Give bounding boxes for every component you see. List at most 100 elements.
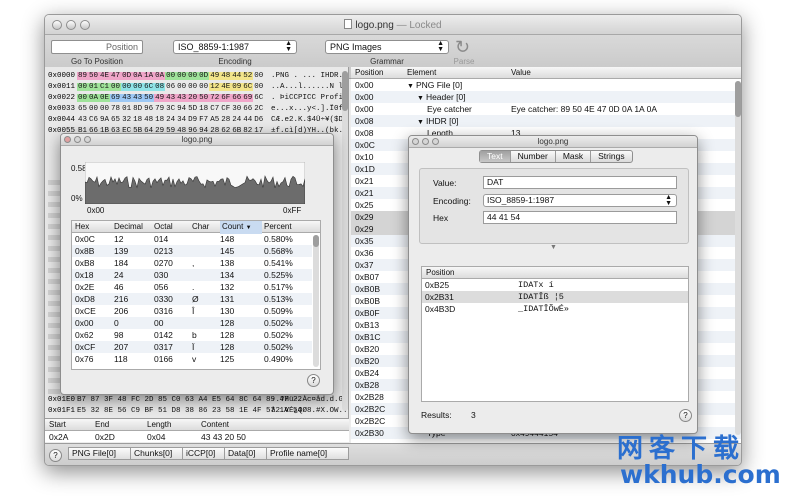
hex-byte[interactable]: 69: [110, 94, 122, 102]
stats-row[interactable]: 0x18 24 030 134 0.525%: [72, 269, 312, 281]
breadcrumb-item[interactable]: iCCP[0]: [182, 447, 225, 460]
hex-byte[interactable]: 09: [231, 83, 243, 91]
stats-row[interactable]: 0x62 98 0142 b 128 0.502%: [72, 329, 312, 341]
hex-byte[interactable]: 6C: [143, 83, 155, 91]
breadcrumb-item[interactable]: Chunks[0]: [130, 447, 183, 460]
hex-scrollbar[interactable]: [342, 71, 348, 411]
hex-byte[interactable]: 00: [99, 105, 110, 113]
hex-input[interactable]: 44 41 54: [483, 211, 677, 224]
value-input[interactable]: DAT: [483, 176, 677, 189]
hex-byte[interactable]: 49: [154, 94, 166, 102]
stats-row[interactable]: 0x76 118 0166 v 125 0.490%: [72, 353, 312, 365]
hex-byte[interactable]: 00: [176, 83, 187, 91]
hex-row[interactable]: 0x0033 65 00 00 78 01 8D 96 79 3C 94 5D 18 C7 CF 30 66 2C…: [45, 104, 348, 115]
hex-byte[interactable]: 20: [187, 94, 199, 102]
hex-byte[interactable]: 66: [231, 94, 243, 102]
hex-byte[interactable]: 00: [176, 72, 188, 80]
stats-row[interactable]: 0x8B 139 0213 145 0.568%: [72, 245, 312, 257]
hex-byte[interactable]: C7: [209, 105, 220, 113]
hex-byte[interactable]: 00: [165, 72, 177, 80]
panel-zoom-button[interactable]: [84, 136, 91, 143]
panel-close-button[interactable]: [64, 136, 71, 143]
breadcrumb-item[interactable]: Data[0]: [224, 447, 267, 460]
stats-row[interactable]: 0x00 0 00 128 0.502%: [72, 317, 312, 329]
hex-bytes[interactable]: 43 C6 9A 65 32 18 48 18 24 34 D9 F7 A5 28 24 44 D6: [77, 115, 289, 126]
hex-byte[interactable]: 8D: [132, 105, 143, 113]
structure-row[interactable]: 0x08 ▼ IHDR [0]: [351, 115, 741, 127]
hex-byte[interactable]: 01: [121, 105, 132, 113]
hex-byte[interactable]: 65: [77, 105, 88, 113]
hex-byte[interactable]: 6C: [242, 83, 254, 91]
find-help-button[interactable]: ?: [679, 409, 692, 422]
hex-byte[interactable]: 30: [231, 105, 242, 113]
breadcrumb-item[interactable]: PNG File[0]: [68, 447, 131, 460]
hex-byte[interactable]: 6C: [253, 94, 264, 102]
hex-byte[interactable]: 69: [242, 94, 254, 102]
hex-byte[interactable]: 00: [187, 72, 199, 80]
hex-byte[interactable]: 2C: [253, 105, 264, 113]
hex-byte[interactable]: 43: [165, 94, 177, 102]
hex-ascii[interactable]: å2.VÉ¿QØ8.#X.OW.T: [271, 406, 351, 417]
result-row[interactable]: 0x2B31 IDATÎß ¦5: [422, 291, 688, 303]
hex-byte[interactable]: 43: [77, 116, 88, 124]
disclosure-triangle-icon[interactable]: ▼: [417, 95, 424, 102]
hex-ascii[interactable]: ·.?Hü-.Àc¤åd.d.G": [271, 395, 351, 406]
hex-row[interactable]: 0x01E0 B7 87 3F 48 FC 2D 85 C0 63 A4 E5 6…: [45, 395, 348, 406]
tab-text[interactable]: Text: [480, 151, 511, 162]
structure-row[interactable]: 0x00 Eye catcher Eye catcher: 89 50 4E 47 …: [351, 103, 741, 115]
hex-byte[interactable]: 34: [176, 116, 187, 124]
hex-byte[interactable]: 0A: [88, 94, 100, 102]
hex-ascii[interactable]: e...x...y<.].Ï0f,: [271, 104, 351, 115]
hex-byte[interactable]: A5: [209, 116, 220, 124]
hex-byte[interactable]: 18: [154, 116, 165, 124]
hex-byte[interactable]: D6: [253, 116, 264, 124]
hex-byte[interactable]: 52: [242, 72, 254, 80]
hex-byte[interactable]: 00: [253, 72, 264, 80]
goto-position-input[interactable]: Position: [51, 40, 143, 54]
hex-byte[interactable]: 0E: [99, 94, 111, 102]
hex-byte[interactable]: 0A: [154, 72, 166, 80]
hex-byte[interactable]: 12: [209, 83, 221, 91]
hex-byte[interactable]: 3C: [165, 105, 176, 113]
help-button[interactable]: ?: [49, 449, 62, 462]
hex-byte[interactable]: 44: [242, 116, 253, 124]
hex-byte[interactable]: 1A: [143, 72, 155, 80]
hex-byte[interactable]: 00: [253, 83, 264, 91]
hex-ascii[interactable]: .PNG . ... IHDR.: [271, 71, 351, 82]
find-minimize-button[interactable]: [422, 138, 429, 145]
hex-row[interactable]: 0x0011 00 01 C1 00 00 00 6C 08 06 00 00 00 12 4E 09 6C 00…: [45, 82, 348, 93]
hex-scroll-thumb[interactable]: [342, 71, 348, 111]
hex-byte[interactable]: 66: [242, 105, 253, 113]
hex-byte[interactable]: 24: [165, 116, 176, 124]
refresh-icon[interactable]: ↻: [455, 37, 470, 58]
hex-byte[interactable]: C6: [88, 116, 99, 124]
hex-byte[interactable]: 4E: [220, 83, 232, 91]
byte-stats-table[interactable]: Hex Decimal Octal Char Count ▼ Percent 0…: [71, 220, 321, 370]
structure-scrollbar[interactable]: [735, 81, 741, 435]
hex-byte[interactable]: 00: [121, 83, 133, 91]
hex-bytes[interactable]: 65 00 00 78 01 8D 96 79 3C 94 5D 18 C7 CF 30 66 2C: [77, 104, 289, 115]
panel-minimize-button[interactable]: [74, 136, 81, 143]
hex-byte[interactable]: 65: [110, 116, 121, 124]
tab-number[interactable]: Number: [511, 151, 556, 162]
hex-byte[interactable]: 18: [132, 116, 143, 124]
structure-scroll-thumb[interactable]: [735, 81, 741, 117]
stats-row[interactable]: 0xD8 216 0330 Ø 131 0.513%: [72, 293, 312, 305]
hex-byte[interactable]: 50: [88, 72, 100, 80]
selection-row[interactable]: 0x2A 0x2D 0x04 43 43 20 50: [45, 431, 349, 443]
hex-byte[interactable]: 89: [77, 72, 89, 80]
hex-ascii[interactable]: CÆ.e2.K.$4Ù÷¥($DÖ: [271, 115, 351, 126]
hex-byte[interactable]: 6F: [220, 94, 232, 102]
hex-byte[interactable]: 43: [121, 94, 133, 102]
hex-byte[interactable]: 00: [77, 94, 89, 102]
disclosure-triangle-icon[interactable]: ▼: [407, 83, 414, 90]
result-row[interactable]: 0xB25 IDATx í: [422, 279, 688, 291]
stats-row[interactable]: 0xCF 207 0317 Ï 128 0.502%: [72, 341, 312, 353]
breadcrumb-item[interactable]: Profile name[0]: [266, 447, 349, 460]
hex-row[interactable]: 0x0044 43 C6 9A 65 32 18 48 18 24 34 D9 F7 A5 28 24 44 D6…: [45, 115, 348, 126]
hex-byte[interactable]: CF: [220, 105, 231, 113]
hex-byte[interactable]: F7: [198, 116, 209, 124]
hex-bytes[interactable]: 89 50 4E 47 0D 0A 1A 0A 00 00 00 0D 49 48 44 52 00: [77, 71, 289, 82]
structure-row[interactable]: 0x00 ▼ PNG File [0]: [351, 79, 741, 91]
hex-row[interactable]: 0x01F1 E5 32 8E 56 C9 BF 51 D8 38 86 23 5…: [45, 406, 348, 417]
